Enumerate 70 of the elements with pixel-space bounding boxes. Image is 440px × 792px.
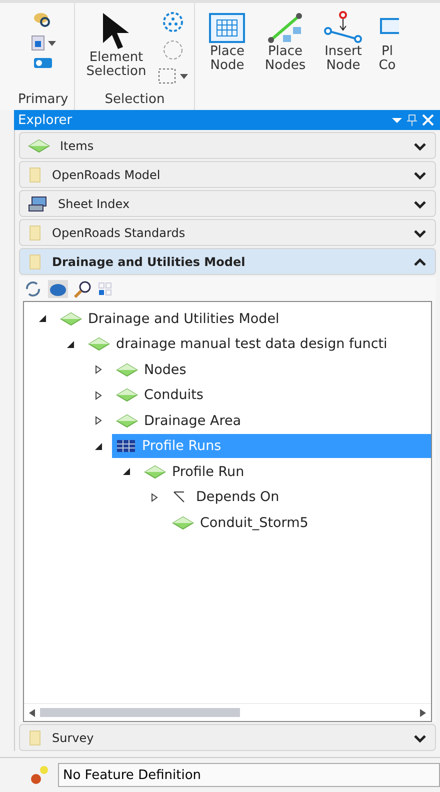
diamond-icon [28, 138, 50, 152]
tool-button[interactable]: Insert Node [317, 11, 370, 72]
group-label: Selection [104, 92, 165, 109]
file-icon [28, 224, 42, 240]
insert-node-icon [323, 11, 364, 45]
tree-item[interactable]: Conduits [112, 383, 208, 408]
expand-arrow-icon[interactable] [150, 492, 158, 502]
refresh-icon[interactable] [23, 280, 43, 298]
scroll-right-icon[interactable] [419, 708, 427, 718]
collapse-arrow-icon[interactable] [66, 340, 74, 349]
caret-icon [180, 74, 188, 78]
expand-icon[interactable] [413, 170, 427, 180]
collapse-icon[interactable] [413, 256, 427, 266]
section-header[interactable]: Drainage and Utilities Model [19, 248, 436, 275]
section-header[interactable]: Items [19, 132, 436, 159]
expand-icon[interactable] [413, 732, 427, 742]
diamond-icon [116, 388, 138, 402]
expand-icon[interactable] [413, 198, 427, 208]
diamond-icon [172, 516, 194, 530]
collapse-arrow-icon[interactable] [122, 467, 130, 476]
section-header[interactable]: OpenRoads Model [19, 161, 436, 188]
tree-item[interactable]: Profile Run [140, 460, 248, 484]
tree-item[interactable]: Depends On [168, 485, 284, 510]
collapse-arrow-icon[interactable] [94, 442, 102, 451]
expand-arrow-icon[interactable] [94, 416, 102, 426]
caret-icon [48, 40, 56, 46]
diamond-icon [144, 464, 166, 479]
tree-item[interactable]: Drainage and Utilities Model [56, 306, 284, 331]
expand-icon[interactable] [413, 140, 427, 150]
collapse-arrow-icon[interactable] [38, 314, 46, 324]
element-selection-button[interactable]: Element Selection [81, 11, 152, 78]
tool-button[interactable]: Pl Co [375, 11, 400, 72]
expand-arrow-icon[interactable] [94, 365, 102, 374]
layout-icon[interactable] [97, 281, 113, 297]
circle-outline-icon[interactable] [162, 39, 184, 61]
feature-definition-field[interactable]: No Feature Definition [58, 763, 440, 787]
diamond-icon [116, 414, 138, 428]
panel-title: Explorer [18, 112, 74, 128]
section-header[interactable]: OpenRoads Standards [19, 219, 436, 246]
diamond-icon [116, 362, 138, 377]
pin-icon[interactable] [404, 113, 420, 127]
section-header[interactable]: Sheet Index [19, 190, 436, 217]
grid-icon [207, 11, 248, 45]
document-dropdown[interactable] [30, 35, 56, 51]
file-icon [28, 254, 42, 270]
scroll-left-icon[interactable] [28, 708, 36, 718]
expand-icon[interactable] [413, 228, 427, 238]
tool-button[interactable]: Place Node [201, 11, 254, 72]
diamond-icon [60, 312, 82, 326]
tree-item[interactable]: drainage manual test data design functi [84, 332, 392, 356]
zoom-icon[interactable] [73, 280, 93, 298]
group-label: Primary [18, 92, 68, 109]
circle-select-icon[interactable] [162, 11, 184, 33]
tree-item[interactable]: Conduit_Storm5 [168, 510, 312, 535]
expand-arrow-icon[interactable] [94, 390, 102, 400]
file-icon [28, 166, 42, 182]
document-icon [30, 35, 45, 51]
tool-button[interactable]: Place Nodes [259, 11, 312, 72]
rectangle-select-dropdown[interactable] [157, 67, 188, 85]
dashed-rectangle-icon [157, 67, 178, 85]
tree-item[interactable]: Drainage Area [112, 408, 246, 433]
monitor-icon [28, 196, 48, 212]
toggle-icon[interactable] [33, 57, 54, 69]
grid-icon [116, 439, 136, 454]
tree-item[interactable]: Nodes [112, 358, 190, 382]
close-icon[interactable] [420, 113, 436, 127]
dropdown-icon[interactable] [390, 115, 404, 125]
diamond-icon [88, 337, 110, 352]
section-header[interactable]: Survey [19, 724, 436, 751]
file-icon [28, 730, 42, 746]
